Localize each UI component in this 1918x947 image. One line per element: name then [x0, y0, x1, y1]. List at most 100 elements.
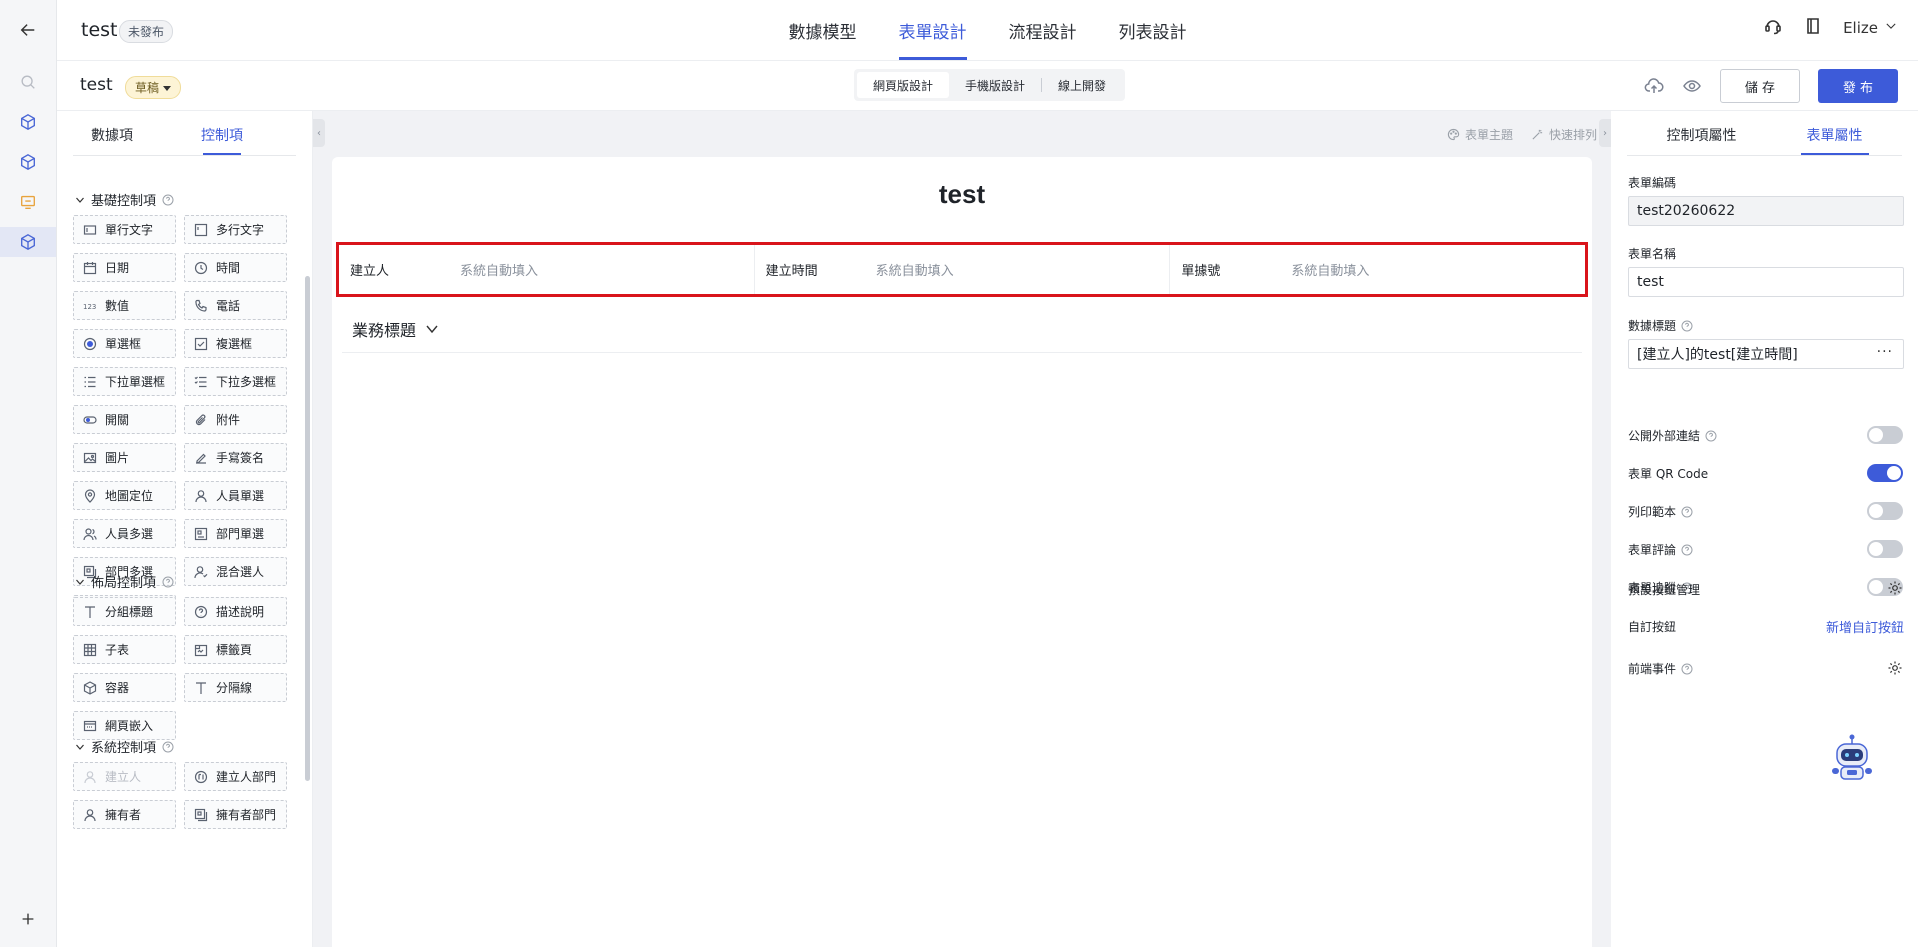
help-icon[interactable] — [1681, 544, 1693, 556]
chevron-down-icon[interactable] — [75, 195, 85, 205]
table-icon — [83, 643, 97, 657]
plus-icon[interactable] — [14, 905, 42, 933]
preview-eye-icon[interactable] — [1682, 76, 1702, 96]
department-icon — [194, 527, 208, 541]
chevron-down-icon[interactable] — [1884, 19, 1898, 37]
chevron-down-icon[interactable] — [75, 742, 85, 752]
control-item[interactable]: 網頁嵌入 — [73, 711, 176, 740]
control-item[interactable]: 標籤頁 — [184, 635, 287, 664]
cube-icon[interactable] — [0, 227, 56, 257]
tab-control-items[interactable]: 控制項 — [167, 111, 277, 155]
control-item[interactable]: 123 數值 — [73, 291, 176, 320]
divider-icon — [194, 681, 208, 695]
control-item[interactable]: 部門單選 — [184, 519, 287, 548]
control-group-title: 系統控制項 — [91, 741, 157, 756]
mode-mobile-design[interactable]: 手機版設計 — [949, 72, 1041, 98]
collapse-left-icon[interactable]: ‹ — [313, 119, 325, 147]
user-name[interactable]: Elize — [1843, 19, 1878, 37]
control-item[interactable]: 建立人部門 — [184, 762, 287, 791]
help-icon[interactable] — [162, 576, 174, 588]
ai-assistant-robot-icon[interactable] — [1827, 733, 1877, 785]
control-group-header[interactable]: 系統控制項 — [75, 737, 174, 756]
help-icon[interactable] — [162, 194, 174, 206]
tab-data-model[interactable]: 數據模型 — [789, 18, 857, 60]
back-arrow-icon[interactable] — [14, 16, 42, 44]
control-item[interactable]: 分組標題 — [73, 597, 176, 626]
control-item[interactable]: 子表 — [73, 635, 176, 664]
control-item[interactable]: 單行文字 — [73, 215, 176, 244]
cube-icon[interactable] — [14, 108, 42, 136]
draft-status-dropdown[interactable]: 草稿 — [125, 76, 182, 99]
control-item[interactable]: 人員多選 — [73, 519, 176, 548]
toggle-switch[interactable] — [1867, 502, 1903, 520]
form-name-input[interactable]: test — [1628, 267, 1904, 297]
form-canvas-area: ‹ › 表單主題 快速排列 test 建立人 系統自動填入 建立時間 系統自動填… — [313, 111, 1611, 947]
control-item[interactable]: 容器 — [73, 673, 176, 702]
control-item[interactable]: 多行文字 — [184, 215, 287, 244]
tab-list-design[interactable]: 列表設計 — [1119, 18, 1187, 60]
control-item-label: 擁有者 — [105, 808, 142, 822]
control-item[interactable]: 手寫簽名 — [184, 443, 287, 472]
collapse-right-icon[interactable]: › — [1599, 119, 1611, 147]
add-custom-button-link[interactable]: 新增自訂按鈕 — [1826, 617, 1904, 636]
creator-dept-icon — [194, 770, 208, 784]
control-item[interactable]: 混合選人 — [184, 557, 287, 586]
chat-screen-icon[interactable] — [14, 188, 42, 216]
save-button[interactable]: 儲 存 — [1720, 69, 1800, 103]
support-headset-icon[interactable] — [1763, 16, 1783, 40]
tab-data-items[interactable]: 數據項 — [57, 111, 167, 155]
form-theme-button[interactable]: 表單主題 — [1447, 126, 1513, 143]
document-number-field[interactable]: 單據號 系統自動填入 — [1170, 245, 1585, 294]
cube-icon[interactable] — [14, 148, 42, 176]
gear-icon[interactable] — [1887, 660, 1903, 676]
control-group-header[interactable]: 佈局控制項 — [75, 572, 174, 591]
switch-icon — [83, 413, 97, 427]
creator-field[interactable]: 建立人 系統自動填入 — [339, 245, 755, 294]
control-item[interactable]: 附件 — [184, 405, 287, 434]
help-icon[interactable] — [1681, 663, 1693, 675]
mode-web-design[interactable]: 網頁版設計 — [857, 72, 950, 98]
control-item[interactable]: 下拉多選框 — [184, 367, 287, 396]
mode-online-dev[interactable]: 線上開發 — [1042, 72, 1122, 98]
control-item[interactable]: 地圖定位 — [73, 481, 176, 510]
book-icon[interactable] — [1803, 16, 1823, 40]
business-section-header[interactable]: 業務標題 — [352, 317, 440, 341]
more-icon[interactable]: ··· — [1877, 344, 1893, 360]
control-item[interactable]: 圖片 — [73, 443, 176, 472]
control-item[interactable]: 單選框 — [73, 329, 176, 358]
search-icon[interactable] — [14, 68, 42, 96]
control-item[interactable]: 人員單選 — [184, 481, 287, 510]
control-item[interactable]: 時間 — [184, 253, 287, 282]
control-item[interactable]: 下拉單選框 — [73, 367, 176, 396]
chevron-down-icon[interactable] — [75, 577, 85, 587]
help-icon[interactable] — [1681, 506, 1693, 518]
publish-button[interactable]: 發 布 — [1818, 69, 1898, 103]
cloud-upload-icon[interactable] — [1644, 76, 1664, 96]
data-title-input[interactable]: [建立人]的test[建立時間] ··· — [1628, 339, 1904, 369]
created-time-field[interactable]: 建立時間 系統自動填入 — [755, 245, 1171, 294]
tab-flow-design[interactable]: 流程設計 — [1009, 18, 1077, 60]
control-item[interactable]: 複選框 — [184, 329, 287, 358]
system-fields-row[interactable]: 建立人 系統自動填入 建立時間 系統自動填入 單據號 系統自動填入 — [336, 242, 1588, 297]
control-item[interactable]: 擁有者 — [73, 800, 176, 829]
control-item[interactable]: 開關 — [73, 405, 176, 434]
control-item[interactable]: 擁有者部門 — [184, 800, 287, 829]
form-code-input[interactable]: test20260622 — [1628, 196, 1904, 226]
help-icon[interactable] — [1681, 320, 1693, 332]
control-item[interactable]: 電話 — [184, 291, 287, 320]
toggle-switch[interactable] — [1867, 540, 1903, 558]
control-item[interactable]: 描述說明 — [184, 597, 287, 626]
help-icon[interactable] — [1705, 430, 1717, 442]
tab-form-design[interactable]: 表單設計 — [898, 18, 967, 60]
control-item[interactable]: 日期 — [73, 253, 176, 282]
tab-form-properties[interactable]: 表單屬性 — [1800, 111, 1869, 155]
control-item[interactable]: 分隔線 — [184, 673, 287, 702]
toggle-switch[interactable] — [1867, 464, 1903, 482]
quick-arrange-button[interactable]: 快速排列 — [1531, 126, 1597, 143]
gear-icon[interactable] — [1887, 580, 1903, 596]
toggle-switch[interactable] — [1867, 426, 1903, 444]
tab-control-properties[interactable]: 控制項屬性 — [1667, 111, 1737, 155]
control-group-header[interactable]: 基礎控制項 — [75, 190, 174, 209]
scrollbar[interactable] — [305, 276, 310, 781]
help-icon[interactable] — [162, 741, 174, 753]
